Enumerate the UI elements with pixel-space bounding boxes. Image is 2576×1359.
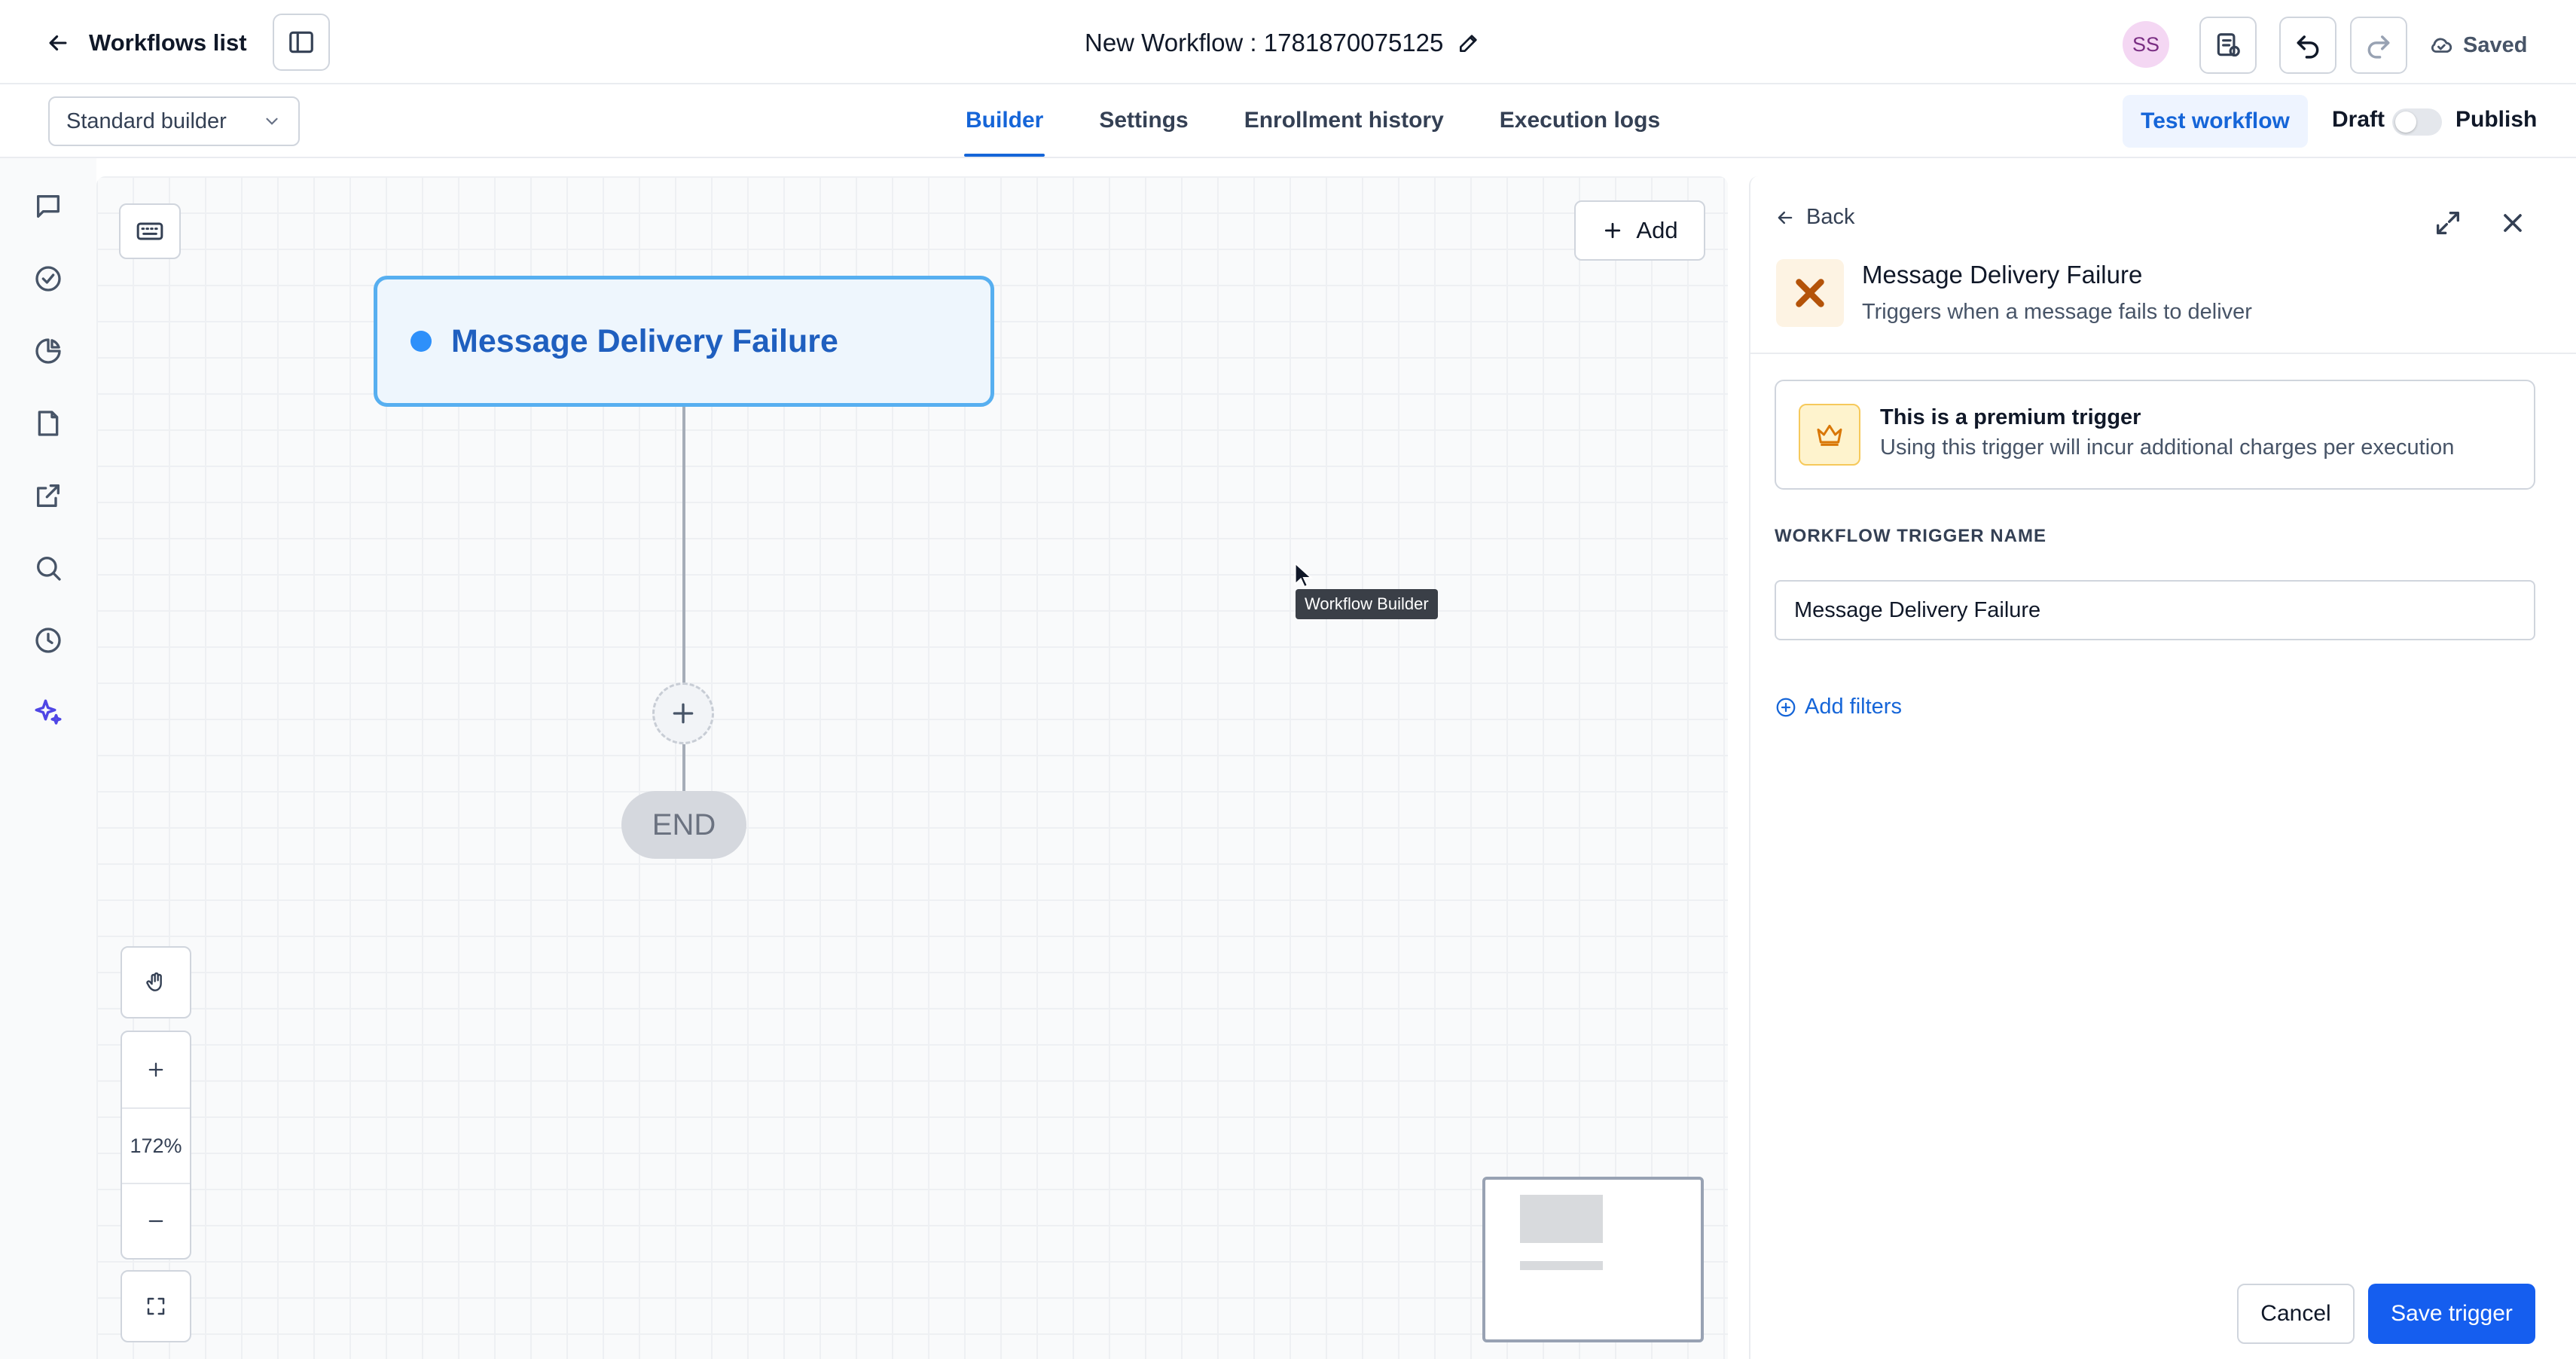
- left-rail: [0, 158, 96, 1359]
- crown-icon: [1799, 404, 1860, 466]
- publish-toggle[interactable]: [2392, 108, 2442, 136]
- minimap-node: [1520, 1261, 1603, 1270]
- trigger-node[interactable]: Message Delivery Failure: [374, 276, 994, 407]
- premium-subtitle: Using this trigger will incur additional…: [1880, 435, 2455, 460]
- fullscreen-icon: [145, 1295, 167, 1318]
- trigger-status-dot: [411, 331, 432, 352]
- trigger-title: Message Delivery Failure: [1862, 261, 2143, 289]
- draft-label: Draft: [2332, 107, 2385, 132]
- undo-icon: [2294, 31, 2322, 60]
- undo-button[interactable]: [2279, 17, 2336, 74]
- trigger-node-label: Message Delivery Failure: [451, 322, 838, 359]
- add-filters-link[interactable]: Add filters: [1775, 695, 1902, 719]
- add-label: Add: [1636, 217, 1678, 243]
- close-icon[interactable]: [2498, 208, 2528, 238]
- workflow-title-text: New Workflow : 1781870075125: [1085, 29, 1444, 56]
- saved-label: Saved: [2463, 32, 2528, 57]
- sparkle-icon[interactable]: [30, 695, 66, 731]
- end-node: END: [621, 791, 746, 859]
- plus-icon: [668, 698, 698, 728]
- premium-title: This is a premium trigger: [1880, 405, 2141, 429]
- trigger-name-label: WORKFLOW TRIGGER NAME: [1775, 526, 2046, 546]
- toggle-sidebar-button[interactable]: [273, 14, 330, 71]
- cloud-check-icon: [2428, 32, 2454, 58]
- zoom-out-button[interactable]: [122, 1183, 190, 1258]
- sidebar-icon: [287, 28, 316, 56]
- tab-enrollment-history[interactable]: Enrollment history: [1243, 84, 1445, 157]
- saved-status: Saved: [2428, 27, 2527, 63]
- arrow-left-icon: [1775, 207, 1796, 228]
- minus-icon: [145, 1211, 166, 1232]
- add-step-button[interactable]: [652, 683, 714, 744]
- tab-settings[interactable]: Settings: [1097, 84, 1189, 157]
- save-trigger-button[interactable]: Save trigger: [2368, 1284, 2535, 1344]
- document-icon: [2214, 31, 2242, 60]
- trigger-settings-panel: Back Message Delivery Failure Triggers w…: [1749, 176, 2576, 1359]
- publish-label: Publish: [2455, 107, 2538, 132]
- cancel-button[interactable]: Cancel: [2237, 1284, 2355, 1344]
- hand-tool-button[interactable]: [122, 948, 190, 1017]
- builder-mode-select[interactable]: Standard builder: [48, 96, 300, 146]
- pencil-icon[interactable]: [1457, 31, 1481, 55]
- user-avatar[interactable]: SS: [2123, 21, 2169, 68]
- builder-mode-value: Standard builder: [66, 108, 227, 133]
- add-filters-label: Add filters: [1805, 695, 1902, 719]
- plus-circle-icon: [1775, 696, 1797, 719]
- plus-icon: [1601, 219, 1624, 242]
- connector-line: [682, 407, 685, 683]
- fit-view-button[interactable]: [122, 1272, 190, 1341]
- x-mark-icon: [1791, 274, 1829, 312]
- trigger-type-icon: [1776, 259, 1844, 327]
- panel-back-label: Back: [1806, 205, 1855, 229]
- minimap-node: [1520, 1195, 1603, 1243]
- history-icon[interactable]: [30, 622, 66, 658]
- notes-button[interactable]: [2199, 17, 2257, 74]
- fit-control: [121, 1270, 191, 1342]
- plus-icon: [145, 1059, 166, 1080]
- trigger-subtitle: Triggers when a message fails to deliver: [1862, 300, 2252, 324]
- check-circle-icon[interactable]: [30, 261, 66, 297]
- workflow-canvas[interactable]: Add Message Delivery Failure END Workflo…: [96, 176, 1728, 1359]
- redo-icon: [2364, 31, 2393, 60]
- workflows-list-label: Workflows list: [89, 29, 247, 56]
- expand-icon[interactable]: [2433, 208, 2463, 238]
- chevron-down-icon: [262, 111, 282, 131]
- arrow-left-icon: [45, 30, 71, 56]
- minimap[interactable]: [1482, 1177, 1704, 1342]
- pie-chart-icon[interactable]: [30, 333, 66, 369]
- tab-execution-logs[interactable]: Execution logs: [1498, 84, 1662, 157]
- trigger-name-input[interactable]: [1775, 580, 2535, 640]
- add-button[interactable]: Add: [1574, 200, 1705, 261]
- zoom-level: 172%: [122, 1107, 190, 1183]
- pan-control: [121, 946, 191, 1018]
- file-icon[interactable]: [30, 405, 66, 441]
- hand-icon: [144, 970, 168, 994]
- divider: [1750, 353, 2576, 354]
- top-bar: Workflows list New Workflow : 1781870075…: [0, 0, 2576, 84]
- search-icon[interactable]: [30, 550, 66, 586]
- mouse-cursor-icon: [1294, 562, 1314, 589]
- redo-button[interactable]: [2350, 17, 2407, 74]
- zoom-in-button[interactable]: [122, 1032, 190, 1107]
- tab-builder[interactable]: Builder: [964, 84, 1045, 157]
- zoom-control: 172%: [121, 1031, 191, 1260]
- keyboard-shortcuts-button[interactable]: [119, 203, 181, 259]
- panel-back-button[interactable]: Back: [1775, 205, 1854, 230]
- premium-notice: This is a premium trigger Using this tri…: [1775, 380, 2535, 490]
- sub-bar: Standard builder Builder Settings Enroll…: [0, 84, 2576, 158]
- keyboard-icon: [135, 216, 165, 246]
- tab-bar: Builder Settings Enrollment history Exec…: [964, 84, 1714, 157]
- external-link-icon[interactable]: [30, 478, 66, 514]
- connector-line: [682, 744, 685, 791]
- tooltip: Workflow Builder: [1296, 589, 1438, 619]
- comment-icon[interactable]: [30, 188, 66, 224]
- workflows-list-link[interactable]: Workflows list: [45, 23, 247, 63]
- workflow-title: New Workflow : 1781870075125: [1085, 24, 1481, 62]
- test-workflow-button[interactable]: Test workflow: [2123, 95, 2308, 148]
- toggle-knob: [2395, 111, 2416, 133]
